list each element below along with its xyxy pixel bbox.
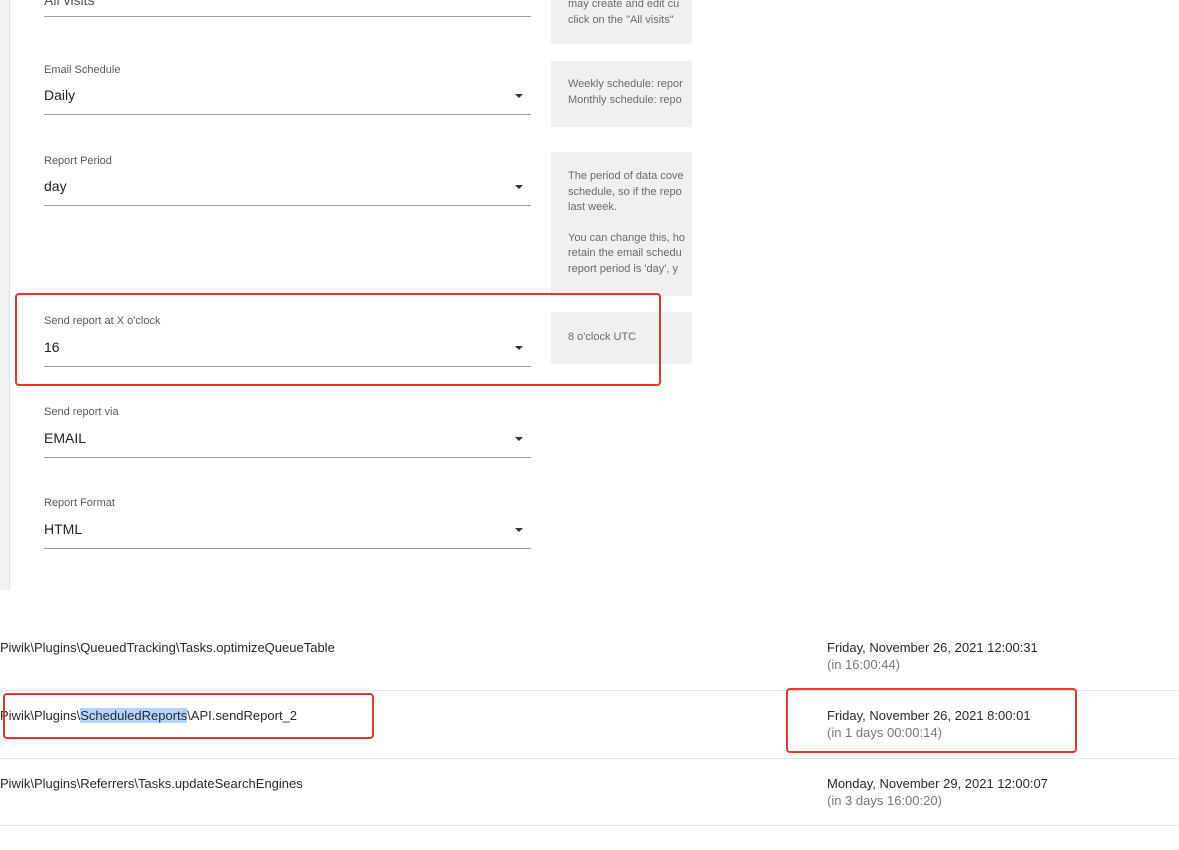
report-via-select[interactable]: Send report via EMAIL <box>44 406 531 458</box>
panel-left-border <box>0 0 10 590</box>
report-format-label: Report Format <box>44 497 115 509</box>
segment-help: may create and edit cu click on the "All… <box>551 0 692 44</box>
chevron-down-icon[interactable] <box>515 185 523 189</box>
email-schedule-select[interactable]: Email Schedule Daily <box>44 64 531 116</box>
period-help-line: last week. <box>568 201 617 213</box>
task-date: Friday, November 26, 2021 12:00:31 <box>827 640 1038 655</box>
task-name: Piwik\Plugins\QueuedTracking\Tasks.optim… <box>0 640 335 655</box>
report-via-underline <box>44 457 531 458</box>
row-divider <box>0 825 1179 826</box>
report-period-select[interactable]: Report Period day <box>44 155 531 207</box>
report-format-value: HTML <box>44 521 83 537</box>
task-relative-time: (in 3 days 16:00:20) <box>827 793 942 808</box>
report-via-value: EMAIL <box>44 430 87 446</box>
annotation-highlight-box <box>786 688 1077 753</box>
report-period-help: The period of data cove schedule, so if … <box>551 152 692 296</box>
email-schedule-help: Weekly schedule: repor Monthly schedule:… <box>551 61 692 127</box>
segment-help-line: click on the "All visits" <box>568 13 674 26</box>
chevron-down-icon[interactable] <box>515 437 523 441</box>
period-help-line: retain the email schedu <box>568 247 682 259</box>
task-name: Piwik\Plugins\Referrers\Tasks.updateSear… <box>0 776 303 791</box>
annotation-highlight-box <box>15 293 661 386</box>
table-row: Piwik\Plugins\QueuedTracking\Tasks.optim… <box>0 630 1179 690</box>
chevron-down-icon[interactable] <box>515 94 523 98</box>
report-format-underline <box>44 548 531 549</box>
period-help-line: You can change this, ho <box>568 231 686 244</box>
segment-select[interactable]: All visits <box>44 0 531 18</box>
email-schedule-label: Email Schedule <box>44 64 121 76</box>
task-date: Monday, November 29, 2021 12:00:07 <box>827 776 1048 791</box>
report-via-label: Send report via <box>44 406 119 418</box>
segment-underline <box>44 16 531 17</box>
report-period-label: Report Period <box>44 155 112 167</box>
report-format-select[interactable]: Report Format HTML <box>44 497 531 549</box>
segment-help-line: may create and edit cu <box>568 0 680 10</box>
email-schedule-value: Daily <box>44 87 76 103</box>
schedule-help-line: Monthly schedule: repo <box>568 93 682 106</box>
schedule-help-line: Weekly schedule: repor <box>568 78 683 90</box>
email-schedule-underline <box>44 114 531 115</box>
period-help-line: schedule, so if the repo <box>568 185 682 198</box>
report-period-underline <box>44 205 531 206</box>
segment-value: All visits <box>44 0 95 8</box>
task-relative-time: (in 16:00:44) <box>827 657 900 672</box>
period-help-line: report period is 'day', y <box>568 262 678 275</box>
report-period-value: day <box>44 178 67 194</box>
chevron-down-icon[interactable] <box>515 528 523 532</box>
period-help-line: The period of data cove <box>568 170 684 182</box>
table-row: Piwik\Plugins\Referrers\Tasks.updateSear… <box>0 759 1179 825</box>
annotation-highlight-box <box>3 693 374 739</box>
